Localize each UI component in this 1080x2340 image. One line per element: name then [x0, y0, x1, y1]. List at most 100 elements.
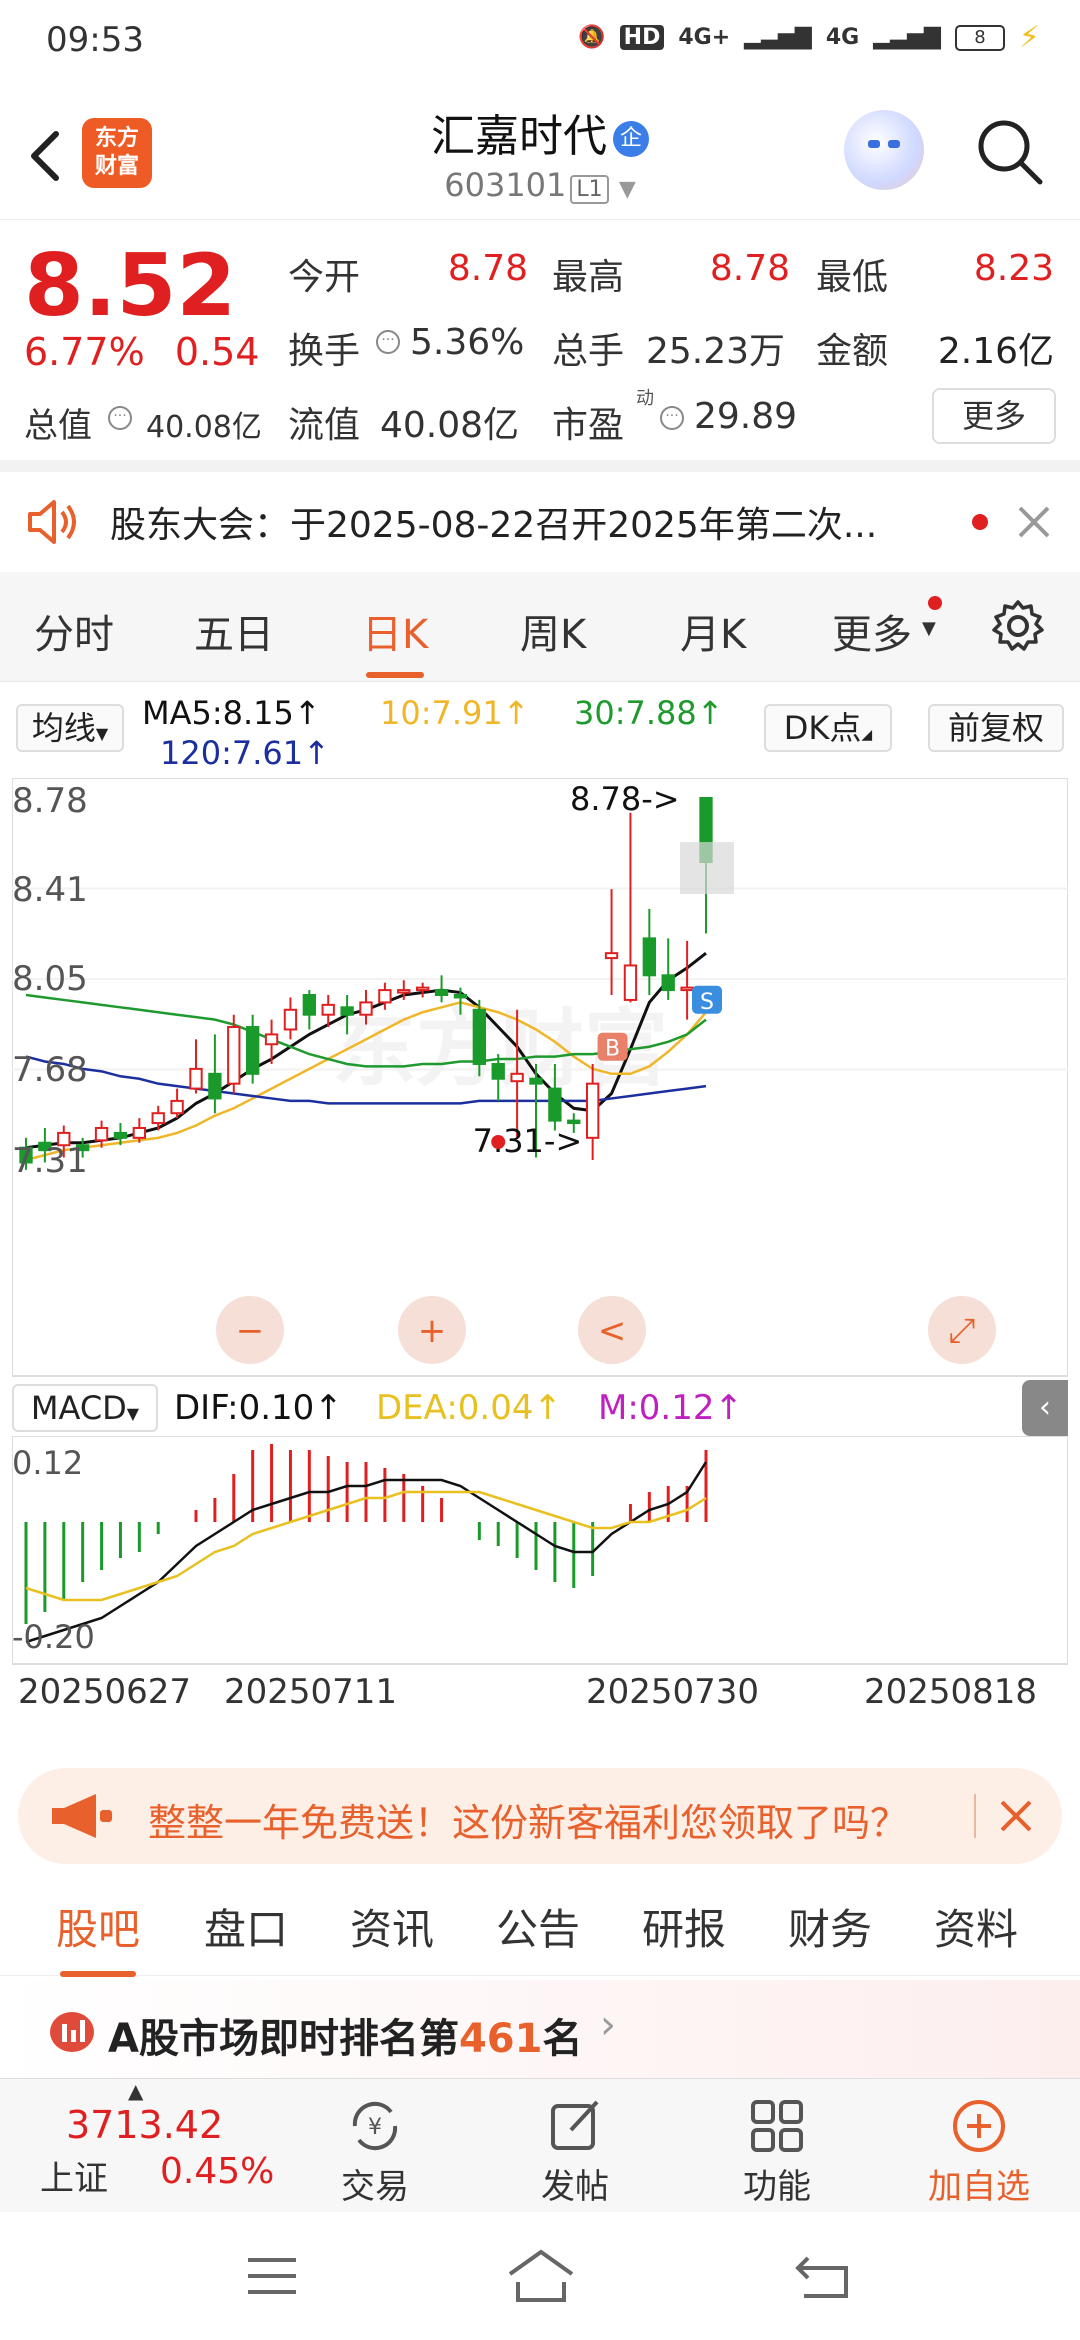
status-time: 09:53 — [46, 20, 144, 60]
fullscreen-button[interactable]: ⤢ — [928, 1296, 996, 1364]
candle-body — [151, 1112, 165, 1125]
promo-text: 整整一年免费送！这份新客福利您领取了吗？ — [148, 1801, 909, 1845]
add-label: 加自选 — [928, 2167, 1030, 2207]
tab-finance[interactable]: 财务 — [788, 1896, 872, 1957]
tab-research[interactable]: 研报 — [642, 1896, 726, 1957]
notice-text: 股东大会：于2025-08-22召开2025年第二次... — [110, 505, 878, 546]
candle-body — [302, 994, 316, 1016]
home-icon[interactable] — [506, 2248, 576, 2304]
battery-icon: 8 — [954, 24, 1005, 51]
mktcap-label: 总值 — [24, 406, 92, 446]
ma-legend-row: 均线▼ MA5:8.15↑ 10:7.91↑ 30:7.88↑ 120:7.61… — [0, 684, 1080, 776]
candle-body — [491, 1062, 505, 1080]
high-value: 8.78 — [709, 248, 790, 289]
k-line-chart[interactable]: 东方财富 8.788.418.057.687.31 8.78->7.31->SB… — [12, 778, 1068, 1378]
zoom-out-button-icon: − — [236, 1311, 265, 1351]
content-tabs: 股吧 盘口 资讯 公告 研报 财务 资料 — [0, 1876, 1080, 1977]
candle-body — [642, 937, 657, 977]
macd-tick-label: 0.12 — [12, 1444, 83, 1482]
open-label: 今开 — [288, 257, 361, 298]
header: 东方 财富 汇嘉时代企 603101 L1 ▼ — [0, 80, 1080, 220]
close-icon[interactable] — [996, 1796, 1036, 1836]
ma120-value: 120:7.61↑ — [160, 734, 330, 772]
collapse-panel-button[interactable]: ‹ — [1022, 1380, 1068, 1436]
macd-legend-row: MACD▼ DIF:0.10↑ DEA:0.04↑ M:0.12↑ ‹ — [12, 1380, 1068, 1436]
tab-announcements[interactable]: 公告 — [496, 1896, 580, 1957]
signal-icon: ▂▃▅▇ — [873, 25, 941, 50]
info-dots-icon[interactable]: ··· — [660, 406, 684, 430]
date-label: 20250627 — [18, 1672, 192, 1712]
low-label: 最低 — [816, 257, 889, 298]
notice-bar[interactable]: 股东大会：于2025-08-22召开2025年第二次... — [0, 472, 1080, 572]
date-label: 20250818 — [864, 1672, 1038, 1712]
post-label: 发帖 — [541, 2167, 609, 2207]
unread-dot — [928, 596, 942, 610]
function-button[interactable]: 功能 — [702, 2093, 852, 2208]
date-label: 20250730 — [586, 1672, 760, 1712]
dropdown-triangle-icon: ▼ — [126, 1404, 140, 1423]
amount-label: 金额 — [816, 331, 889, 372]
robot-avatar[interactable] — [844, 110, 924, 190]
previous-button[interactable]: < — [578, 1296, 646, 1364]
network-4g-label: 4G — [825, 25, 860, 50]
info-dots-icon[interactable]: ··· — [108, 406, 132, 430]
zoom-out-button[interactable]: − — [216, 1296, 284, 1364]
amount-value: 2.16亿 — [937, 331, 1054, 372]
back-icon[interactable] — [794, 2252, 852, 2300]
info-dots-icon[interactable]: ··· — [376, 330, 400, 354]
macd-dropdown[interactable]: MACD▼ — [12, 1384, 158, 1432]
index-value: 3713.42 — [66, 2103, 224, 2147]
low-marker-label: 7.31-> — [473, 1122, 583, 1160]
candle-body — [510, 1072, 524, 1083]
tab-intraday[interactable]: 分时 — [34, 602, 114, 660]
candle-body — [529, 1077, 543, 1085]
macd-label: MACD — [30, 1389, 127, 1427]
index-widget[interactable]: 3713.42 上证 0.45% — [20, 2097, 310, 2207]
candle-body — [94, 1126, 109, 1142]
corner-triangle-icon: ◢ — [861, 727, 873, 743]
tab-pankou[interactable]: 盘口 — [204, 1896, 288, 1957]
candle-body — [472, 1008, 486, 1065]
menu-icon[interactable] — [244, 2254, 300, 2298]
ma-dropdown[interactable]: 均线▼ — [16, 704, 124, 752]
float-value: 40.08亿 — [380, 405, 520, 446]
macd-tick-label: -0.20 — [12, 1618, 95, 1656]
candle-body — [246, 1026, 260, 1075]
pe-label: 市盈 — [552, 405, 625, 446]
candle-body — [189, 1067, 203, 1090]
ma10-value: 10:7.91↑ — [380, 694, 530, 732]
adjust-button[interactable]: 前复权 — [928, 704, 1064, 752]
promo-banner[interactable]: 整整一年免费送！这份新客福利您领取了吗？ — [18, 1768, 1062, 1864]
tab-guba[interactable]: 股吧 — [56, 1896, 140, 1977]
close-icon[interactable] — [1016, 504, 1052, 540]
rank-number: 461 — [458, 2016, 543, 2062]
market-rank-row[interactable]: A股市场即时排名第461名 › — [0, 1980, 1080, 2080]
dk-point-button[interactable]: DK点◢ — [764, 704, 892, 752]
tab-more[interactable]: 更多 — [832, 602, 912, 660]
tab-monthly-k[interactable]: 月K — [680, 602, 746, 660]
mute-bell-icon: 🔕 — [578, 25, 606, 50]
tab-five-day[interactable]: 五日 — [194, 602, 274, 660]
macd-chart[interactable]: 0.12 -0.20 — [12, 1436, 1068, 1666]
date-label: 20250711 — [224, 1672, 398, 1712]
candle-body — [170, 1099, 184, 1115]
stock-code-row[interactable]: 603101 L1 ▼ — [0, 166, 1080, 204]
post-button[interactable]: 发帖 — [500, 2093, 650, 2208]
tab-news[interactable]: 资讯 — [350, 1896, 434, 1957]
tab-daily-k[interactable]: 日K — [362, 602, 428, 678]
tab-profile[interactable]: 资料 — [934, 1896, 1018, 1957]
search-icon[interactable] — [972, 114, 1048, 190]
unread-dot — [972, 514, 988, 530]
volume-label: 总手 — [552, 331, 625, 372]
candle-body — [132, 1126, 146, 1139]
settings-gear-icon[interactable] — [990, 598, 1046, 654]
bottom-bar: ▲ 3713.42 上证 0.45% ¥ 交易 发帖 功能 加自选 — [0, 2078, 1080, 2212]
tab-weekly-k[interactable]: 周K — [520, 602, 586, 660]
sell-marker-label: S — [700, 990, 714, 1015]
trade-button[interactable]: ¥ 交易 — [300, 2093, 450, 2208]
signal-icon: ▂▃▅▇ — [744, 25, 812, 50]
zoom-in-button[interactable]: + — [398, 1296, 466, 1364]
add-watchlist-button[interactable]: 加自选 — [904, 2093, 1054, 2208]
y-tick-label: 7.68 — [12, 1050, 88, 1090]
more-quote-button[interactable]: 更多 — [932, 388, 1056, 444]
